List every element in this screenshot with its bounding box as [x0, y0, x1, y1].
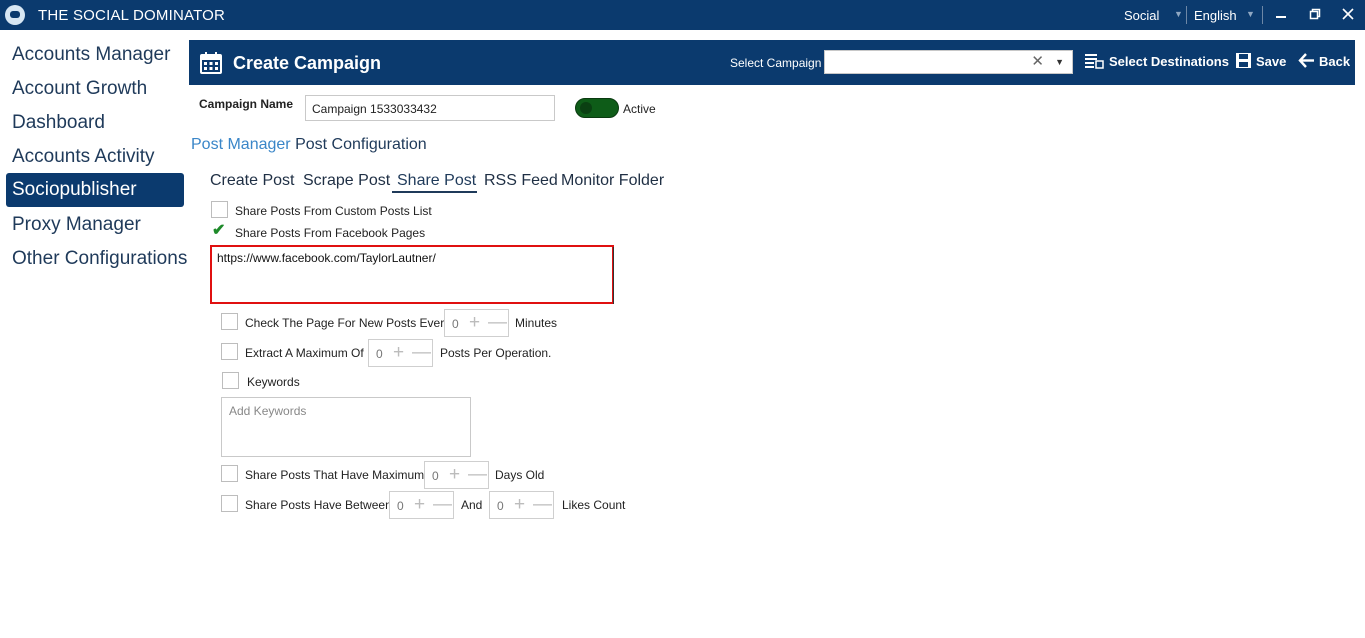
likes-min-stepper[interactable]: 0 + —: [389, 491, 454, 519]
plus-icon[interactable]: +: [514, 494, 525, 516]
check-page-stepper[interactable]: 0 + —: [444, 309, 509, 337]
active-toggle[interactable]: [575, 98, 619, 118]
network-selector[interactable]: Social: [1124, 8, 1159, 23]
facebook-pages-label: Share Posts From Facebook Pages: [235, 226, 426, 240]
sidebar-item-accounts-activity[interactable]: Accounts Activity: [6, 140, 184, 174]
extract-max-label: Extract A Maximum Of: [245, 346, 364, 360]
app-logo-icon: [5, 5, 25, 25]
language-selector[interactable]: English: [1194, 8, 1237, 23]
back-arrow-icon[interactable]: [1298, 52, 1315, 69]
stepper-value[interactable]: 0: [452, 317, 459, 331]
stepper-value[interactable]: 0: [497, 499, 504, 513]
chevron-down-icon[interactable]: ▼: [1174, 9, 1183, 19]
check-page-checkbox[interactable]: [221, 313, 238, 330]
divider: [1262, 6, 1263, 24]
back-button[interactable]: Back: [1319, 54, 1350, 69]
sidebar-item-other-configurations[interactable]: Other Configurations: [6, 242, 187, 276]
sidebar-item-account-growth[interactable]: Account Growth: [6, 72, 184, 106]
sidebar-item-proxy-manager[interactable]: Proxy Manager: [6, 208, 184, 242]
max-age-unit: Days Old: [495, 468, 545, 482]
tab-monitor-folder[interactable]: Monitor Folder: [561, 172, 664, 190]
keywords-input[interactable]: Add Keywords: [221, 397, 471, 457]
max-age-checkbox[interactable]: [221, 465, 238, 482]
select-destinations-icon[interactable]: [1084, 52, 1104, 72]
chevron-down-icon[interactable]: ▼: [1055, 57, 1064, 67]
calendar-icon: [200, 52, 222, 74]
plus-icon[interactable]: +: [449, 464, 460, 486]
likes-max-stepper[interactable]: 0 + —: [489, 491, 554, 519]
active-tab-indicator: [392, 191, 477, 193]
tab-create-post[interactable]: Create Post: [210, 172, 294, 190]
app-title: THE SOCIAL DOMINATOR: [38, 7, 226, 24]
minus-icon[interactable]: —: [433, 494, 452, 516]
minimize-icon[interactable]: [1270, 4, 1292, 26]
divider: [1186, 6, 1187, 24]
plus-icon[interactable]: +: [414, 494, 425, 516]
restore-icon[interactable]: [1304, 4, 1326, 26]
title-bar: THE SOCIAL DOMINATOR Social ▼ English ▼: [0, 0, 1365, 30]
likes-between-checkbox[interactable]: [221, 495, 238, 512]
save-button[interactable]: Save: [1256, 54, 1286, 69]
chevron-down-icon[interactable]: ▼: [1246, 9, 1255, 19]
campaign-header: Create Campaign Select Campaign ✕ ▼ Sele…: [189, 40, 1355, 85]
plus-icon[interactable]: +: [393, 342, 404, 364]
stepper-value[interactable]: 0: [397, 499, 404, 513]
clear-icon[interactable]: ✕: [1031, 54, 1044, 70]
sidebar-item-dashboard[interactable]: Dashboard: [6, 106, 184, 140]
breadcrumb-post-manager[interactable]: Post Manager: [191, 136, 291, 153]
minus-icon[interactable]: —: [468, 464, 487, 486]
toggle-knob: [580, 102, 592, 114]
select-destinations-button[interactable]: Select Destinations: [1109, 54, 1229, 69]
campaign-name-label: Campaign Name: [199, 97, 294, 111]
extract-max-checkbox[interactable]: [221, 343, 238, 360]
extract-max-unit: Posts Per Operation.: [440, 346, 552, 360]
likes-between-label: Share Posts Have Between: [245, 498, 392, 512]
tab-share-post[interactable]: Share Post: [397, 172, 476, 190]
active-label: Active: [623, 102, 656, 116]
page-title: Create Campaign: [233, 53, 382, 73]
facebook-pages-input[interactable]: https://www.facebook.com/TaylorLautner/: [217, 251, 436, 265]
breadcrumb-current: Post Configuration: [295, 136, 427, 153]
sidebar-item-sociopublisher[interactable]: Sociopublisher: [6, 173, 184, 207]
max-age-label: Share Posts That Have Maximum: [245, 468, 425, 482]
minus-icon[interactable]: —: [533, 494, 552, 516]
checkmark-icon: ✔: [212, 222, 226, 239]
close-icon[interactable]: [1337, 4, 1359, 26]
sidebar-item-accounts-manager[interactable]: Accounts Manager: [6, 38, 184, 72]
minus-icon[interactable]: —: [412, 342, 431, 364]
max-age-stepper[interactable]: 0 + —: [424, 461, 489, 489]
select-campaign-dropdown[interactable]: ✕ ▼: [824, 50, 1073, 74]
keywords-label: Keywords: [247, 375, 300, 389]
stepper-value[interactable]: 0: [432, 469, 439, 483]
keywords-checkbox[interactable]: [222, 372, 239, 389]
check-page-label: Check The Page For New Posts Every: [245, 316, 451, 330]
plus-icon[interactable]: +: [469, 312, 480, 334]
custom-posts-checkbox[interactable]: [211, 201, 228, 218]
likes-unit: Likes Count: [562, 498, 626, 512]
tab-scrape-post[interactable]: Scrape Post: [303, 172, 390, 190]
check-page-unit: Minutes: [515, 316, 558, 330]
save-icon[interactable]: [1235, 52, 1252, 69]
campaign-name-input[interactable]: Campaign 1533033432: [305, 95, 555, 121]
minus-icon[interactable]: —: [488, 312, 507, 334]
tab-rss-feed[interactable]: RSS Feed: [484, 172, 558, 190]
select-campaign-label: Select Campaign: [730, 56, 822, 70]
extract-max-stepper[interactable]: 0 + —: [368, 339, 433, 367]
custom-posts-label: Share Posts From Custom Posts List: [235, 204, 432, 218]
breadcrumb: Post Manager Post Configuration: [191, 136, 427, 154]
facebook-pages-checkbox[interactable]: ✔: [211, 222, 228, 240]
likes-and-label: And: [461, 498, 483, 512]
stepper-value[interactable]: 0: [376, 347, 383, 361]
